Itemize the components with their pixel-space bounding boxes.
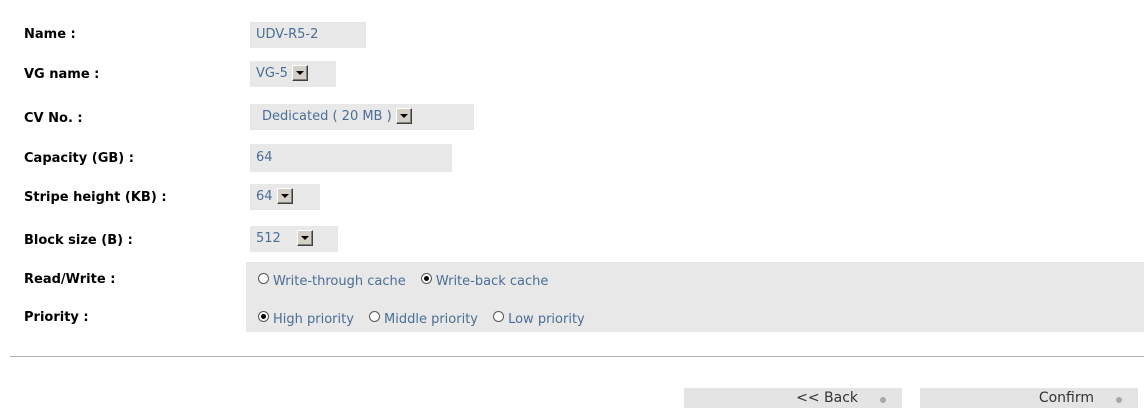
stripe-height-select[interactable]: 64 — [250, 184, 320, 210]
write-through-option[interactable]: Write-through cache — [258, 270, 416, 289]
bullet-icon — [1116, 397, 1122, 403]
confirm-button-label: Confirm — [1038, 390, 1094, 406]
capacity-field[interactable]: 64 — [250, 144, 452, 172]
confirm-button[interactable]: Confirm — [920, 388, 1138, 408]
radio-write-through[interactable] — [258, 273, 269, 284]
middle-priority-label[interactable]: Middle priority — [384, 312, 478, 327]
block-size-label: Block size (B) : — [24, 233, 133, 248]
write-back-label[interactable]: Write-back cache — [436, 274, 549, 289]
read-write-options: Write-through cache Write-back cache — [258, 272, 558, 290]
stripe-height-label: Stripe height (KB) : — [24, 190, 167, 205]
chevron-down-icon[interactable] — [276, 187, 293, 204]
stripe-height-value: 64 — [256, 189, 273, 204]
cv-no-select[interactable]: Dedicated ( 20 MB ) — [250, 104, 474, 130]
high-priority-option[interactable]: High priority — [258, 308, 364, 327]
chevron-down-icon[interactable] — [395, 107, 412, 124]
radio-write-back[interactable] — [420, 273, 432, 284]
cv-no-value: Dedicated ( 20 MB ) — [262, 109, 392, 124]
low-priority-label[interactable]: Low priority — [508, 312, 585, 327]
high-priority-label[interactable]: High priority — [273, 312, 354, 327]
cv-no-label: CV No. : — [24, 111, 83, 126]
radio-middle-priority[interactable] — [369, 311, 381, 322]
vg-name-select[interactable]: VG-5 — [250, 61, 336, 87]
chevron-down-icon[interactable] — [296, 229, 313, 246]
vg-name-value: VG-5 — [256, 66, 288, 81]
low-priority-option[interactable]: Low priority — [493, 308, 595, 327]
name-label: Name : — [24, 27, 76, 42]
write-back-option[interactable]: Write-back cache — [420, 270, 559, 289]
middle-priority-option[interactable]: Middle priority — [369, 308, 488, 327]
radio-low-priority[interactable] — [493, 311, 505, 322]
name-field[interactable]: UDV-R5-2 — [250, 22, 366, 48]
divider — [10, 356, 1144, 357]
block-size-select[interactable]: 512 — [250, 226, 338, 252]
bullet-icon — [880, 397, 886, 403]
radio-high-priority[interactable] — [258, 311, 269, 322]
priority-label: Priority : — [24, 310, 89, 325]
vg-name-label: VG name : — [24, 67, 100, 82]
priority-options: High priority Middle priority Low priori… — [258, 310, 595, 328]
back-button[interactable]: << Back — [684, 388, 902, 408]
back-button-label: << Back — [796, 390, 858, 406]
read-write-label: Read/Write : — [24, 272, 116, 287]
block-size-value: 512 — [256, 231, 281, 246]
capacity-label: Capacity (GB) : — [24, 151, 134, 166]
write-through-label[interactable]: Write-through cache — [273, 274, 406, 289]
chevron-down-icon[interactable] — [291, 64, 308, 81]
